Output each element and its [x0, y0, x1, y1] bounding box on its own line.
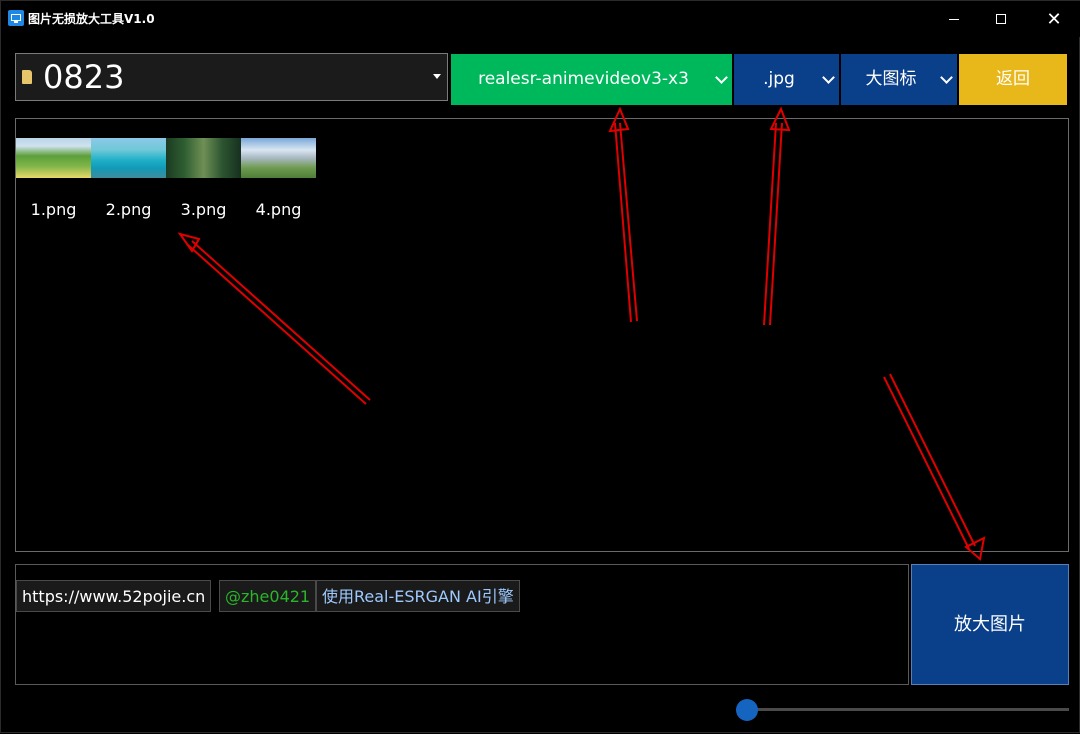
window-title: 图片无损放大工具V1.0: [28, 12, 155, 26]
image-filename[interactable]: 2.png: [91, 199, 166, 221]
title-bar[interactable]: 图片无损放大工具V1.0 ✕: [1, 1, 1080, 37]
image-thumbnail[interactable]: [91, 138, 166, 178]
folder-icon: [22, 70, 32, 84]
author-tag[interactable]: @zhe0421: [219, 580, 317, 612]
format-dropdown[interactable]: .jpg: [734, 54, 839, 105]
image-thumbnail[interactable]: [16, 138, 91, 178]
caret-down-icon: [433, 74, 441, 79]
model-label: realesr-animevideov3-x3: [478, 69, 689, 89]
chevron-down-icon: [822, 71, 835, 84]
folder-name: 0823: [43, 58, 125, 96]
back-button[interactable]: 返回: [959, 54, 1067, 105]
chevron-down-icon: [715, 71, 728, 84]
maximize-icon: [996, 14, 1006, 24]
image-thumbnail[interactable]: [241, 138, 316, 178]
enlarge-image-button[interactable]: 放大图片: [911, 564, 1069, 685]
minimize-icon: [949, 18, 959, 20]
image-list-panel: 1.png 2.png 3.png 4.png: [15, 118, 1069, 552]
model-dropdown[interactable]: realesr-animevideov3-x3: [451, 54, 732, 105]
zoom-slider-thumb[interactable]: [736, 699, 758, 721]
image-filename[interactable]: 1.png: [16, 199, 91, 221]
info-panel: https://www.52pojie.cn @zhe0421 使用Real-E…: [15, 564, 909, 685]
app-window: 图片无损放大工具V1.0 ✕ 0823 realesr-animevideov3…: [0, 0, 1080, 733]
image-thumbnail[interactable]: [166, 138, 241, 178]
close-icon: ✕: [1046, 8, 1062, 30]
zoom-slider-track[interactable]: [741, 708, 1069, 711]
view-mode-label: 大图标: [865, 69, 917, 89]
format-label: .jpg: [763, 69, 795, 89]
chevron-down-icon: [940, 71, 953, 84]
image-filename[interactable]: 3.png: [166, 199, 241, 221]
app-icon: [8, 10, 24, 26]
image-filename[interactable]: 4.png: [241, 199, 316, 221]
folder-dropdown[interactable]: 0823: [15, 53, 448, 101]
maximize-button[interactable]: [978, 1, 1024, 37]
website-link[interactable]: https://www.52pojie.cn: [16, 580, 212, 612]
minimize-button[interactable]: [931, 1, 977, 37]
view-mode-dropdown[interactable]: 大图标: [841, 54, 957, 105]
close-button[interactable]: ✕: [1031, 1, 1077, 37]
engine-tag: 使用Real-ESRGAN AI引擎: [316, 580, 520, 612]
